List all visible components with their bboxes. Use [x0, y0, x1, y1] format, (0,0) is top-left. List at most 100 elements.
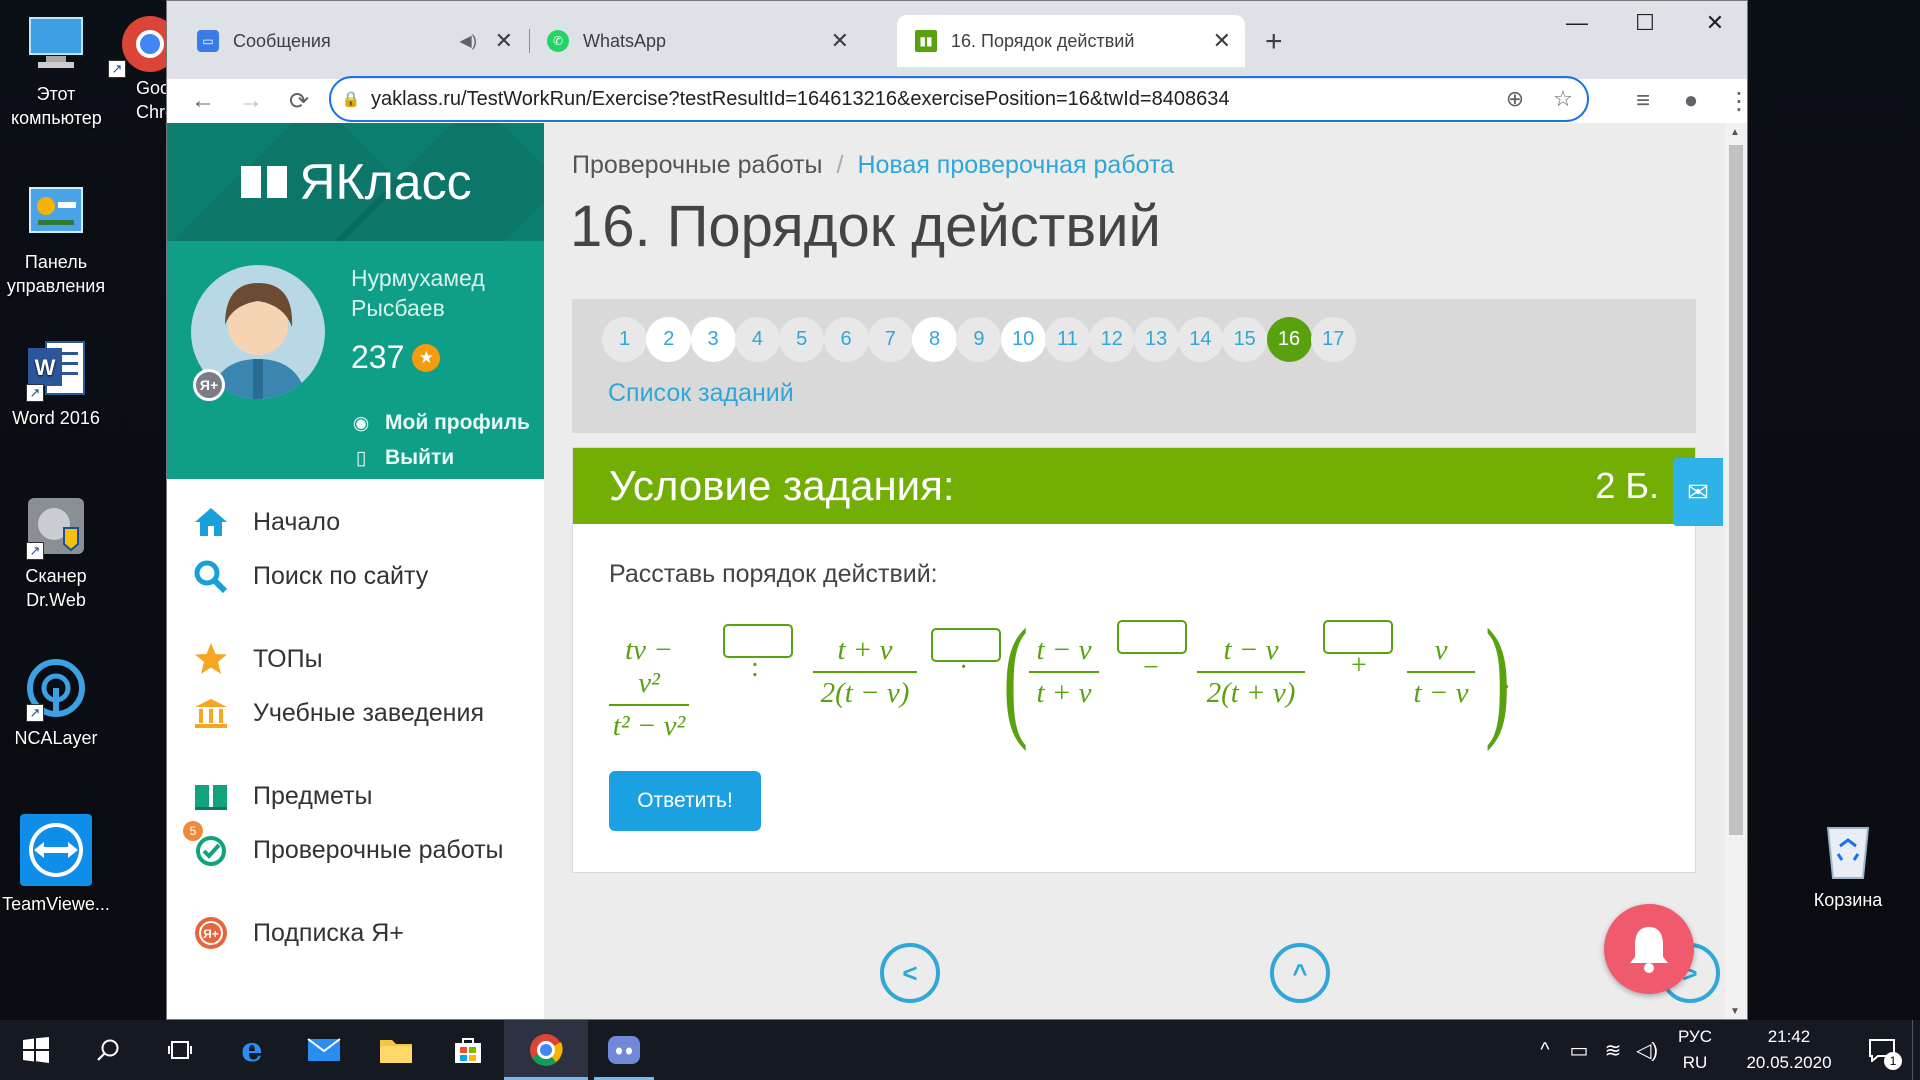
media-control-icon[interactable]: ≡: [1619, 79, 1667, 123]
bookmark-star-icon[interactable]: ☆: [1539, 86, 1587, 112]
book-icon: [191, 781, 231, 811]
search-button[interactable]: [72, 1020, 144, 1080]
menu-kebab-icon[interactable]: ⋮: [1715, 79, 1747, 123]
prev-question-button[interactable]: <: [880, 943, 940, 1003]
sidebar-item-label: Начало: [253, 507, 341, 536]
chrome-icon: ↗: [106, 12, 166, 78]
wifi-icon[interactable]: ≋: [1596, 1038, 1630, 1063]
minimize-button[interactable]: —: [1545, 1, 1609, 45]
site-logo[interactable]: ЯКласс: [167, 123, 544, 241]
forward-icon[interactable]: →: [227, 79, 275, 123]
question-number-10[interactable]: 10: [1000, 317, 1046, 362]
sidebar-item-search[interactable]: Поиск по сайту: [167, 553, 544, 599]
operator-plus: +: [1351, 650, 1367, 681]
show-desktop-button[interactable]: [1912, 1020, 1920, 1080]
fraction-denominator: 2(t − v): [820, 677, 910, 709]
breadcrumb-item[interactable]: Проверочные работы: [572, 151, 823, 179]
tab-whatsapp[interactable]: ✆ WhatsApp ✕: [529, 15, 863, 67]
desktop-icon-recycle-bin[interactable]: Корзина: [1790, 818, 1906, 912]
desktop-icon-word[interactable]: W ↗ Word 2016: [0, 336, 112, 430]
desktop-icon-drweb[interactable]: ↗ Сканер Dr.Web: [0, 494, 112, 612]
discord-taskbar-button[interactable]: [588, 1020, 660, 1080]
feedback-mail-button[interactable]: ✉: [1673, 458, 1723, 526]
mute-icon[interactable]: ◀): [459, 31, 477, 51]
expression-end-period: .: [1503, 664, 1510, 695]
tests-count-badge: 5: [183, 821, 203, 841]
clock[interactable]: 21:42 20.05.2020: [1726, 1024, 1852, 1076]
show-hidden-icons-icon[interactable]: ^: [1528, 1039, 1562, 1062]
chrome-taskbar-button[interactable]: [504, 1020, 588, 1080]
profile-link[interactable]: ◉ Мой профиль: [351, 411, 530, 435]
breadcrumb-item-current[interactable]: Новая проверочная работа: [857, 151, 1174, 179]
scroll-down-icon[interactable]: ▼: [1730, 1006, 1740, 1017]
desktop-icon-chrome[interactable]: ↗ Goo Chro: [106, 12, 166, 124]
explorer-taskbar-button[interactable]: [360, 1020, 432, 1080]
question-number-16[interactable]: 16: [1266, 317, 1312, 362]
search-icon: [191, 559, 231, 593]
order-input-3[interactable]: [1117, 620, 1187, 654]
question-number-14[interactable]: 14: [1177, 317, 1223, 362]
desktop-icon-teamviewer[interactable]: TeamViewe...: [0, 814, 112, 916]
task-view-button[interactable]: [144, 1020, 216, 1080]
battery-icon[interactable]: ▭: [1562, 1038, 1596, 1063]
scroll-up-icon[interactable]: ▲: [1730, 127, 1740, 138]
user-name[interactable]: Нурмухамед Рысбаев: [351, 263, 485, 323]
back-icon[interactable]: ←: [179, 79, 227, 123]
close-tab-icon[interactable]: ✕: [831, 28, 849, 54]
sidebar-item-subjects[interactable]: Предметы: [167, 773, 544, 819]
question-number-13[interactable]: 13: [1133, 317, 1179, 362]
tab-yaklass[interactable]: ▮▮ 16. Порядок действий ✕: [897, 15, 1245, 67]
question-number-2[interactable]: 2: [646, 317, 692, 362]
question-number-3[interactable]: 3: [690, 317, 736, 362]
question-number-7[interactable]: 7: [867, 317, 913, 362]
order-input-4[interactable]: [1323, 620, 1393, 654]
close-tab-icon[interactable]: ✕: [1213, 28, 1231, 54]
sidebar-item-schools[interactable]: Учебные заведения: [167, 690, 544, 736]
scrollbar-thumb[interactable]: [1729, 145, 1743, 835]
task-list-link[interactable]: Список заданий: [608, 379, 794, 408]
action-center-button[interactable]: 1: [1852, 1020, 1912, 1080]
question-number-1[interactable]: 1: [602, 317, 647, 362]
page-scrollbar[interactable]: ▲ ▼: [1725, 123, 1747, 1019]
notifications-bell-button[interactable]: [1604, 904, 1694, 994]
desktop-icon-ncalayer[interactable]: ↗ NCALayer: [0, 656, 112, 750]
scroll-top-button[interactable]: ^: [1270, 943, 1330, 1003]
sidebar-item-tests[interactable]: 5 Проверочные работы: [167, 821, 544, 873]
url-text[interactable]: yaklass.ru/TestWorkRun/Exercise?testResu…: [371, 88, 1229, 111]
submit-answer-button[interactable]: Ответить!: [609, 771, 761, 831]
sidebar-item-tops[interactable]: ТОПы: [167, 636, 544, 682]
install-app-icon[interactable]: ⊕: [1491, 86, 1539, 112]
new-tab-button[interactable]: +: [1265, 25, 1283, 59]
sidebar-item-subscription[interactable]: Я+ Подписка Я+: [167, 910, 544, 956]
volume-icon[interactable]: ◁): [1630, 1038, 1664, 1063]
question-number-9[interactable]: 9: [956, 317, 1002, 362]
control-panel-icon: [24, 180, 88, 244]
question-number-8[interactable]: 8: [912, 317, 958, 362]
language-indicator[interactable]: РУС RU: [1664, 1024, 1726, 1076]
close-tab-icon[interactable]: ✕: [495, 28, 513, 54]
sidebar-item-label: ТОПы: [253, 644, 323, 673]
question-number-17[interactable]: 17: [1310, 317, 1356, 362]
store-taskbar-button[interactable]: [432, 1020, 504, 1080]
logout-link[interactable]: ▯ Выйти: [351, 446, 454, 470]
tab-messages[interactable]: ▭ Сообщения ◀) ✕: [167, 15, 527, 67]
maximize-button[interactable]: ☐: [1613, 1, 1677, 45]
desktop-icon-this-pc[interactable]: Этот компьютер: [0, 12, 112, 130]
reload-icon[interactable]: ⟳: [275, 79, 323, 123]
address-bar[interactable]: 🔒 yaklass.ru/TestWorkRun/Exercise?testRe…: [329, 76, 1589, 122]
desktop-icon-control-panel[interactable]: Панель управления: [0, 180, 112, 298]
sidebar-item-home[interactable]: Начало: [167, 499, 544, 545]
question-number-12[interactable]: 12: [1089, 317, 1135, 362]
profile-icon[interactable]: ●: [1667, 79, 1715, 123]
question-number-6[interactable]: 6: [823, 317, 869, 362]
close-window-button[interactable]: ✕: [1683, 1, 1747, 45]
desktop-icon-label: Сканер Dr.Web: [25, 566, 87, 610]
start-button[interactable]: [0, 1020, 72, 1080]
question-number-15[interactable]: 15: [1222, 317, 1268, 362]
question-number-11[interactable]: 11: [1045, 317, 1090, 362]
question-number-4[interactable]: 4: [734, 317, 780, 362]
mail-taskbar-button[interactable]: [288, 1020, 360, 1080]
fraction-numerator: v: [1434, 634, 1448, 666]
question-number-5[interactable]: 5: [779, 317, 825, 362]
edge-taskbar-button[interactable]: e: [216, 1020, 288, 1080]
